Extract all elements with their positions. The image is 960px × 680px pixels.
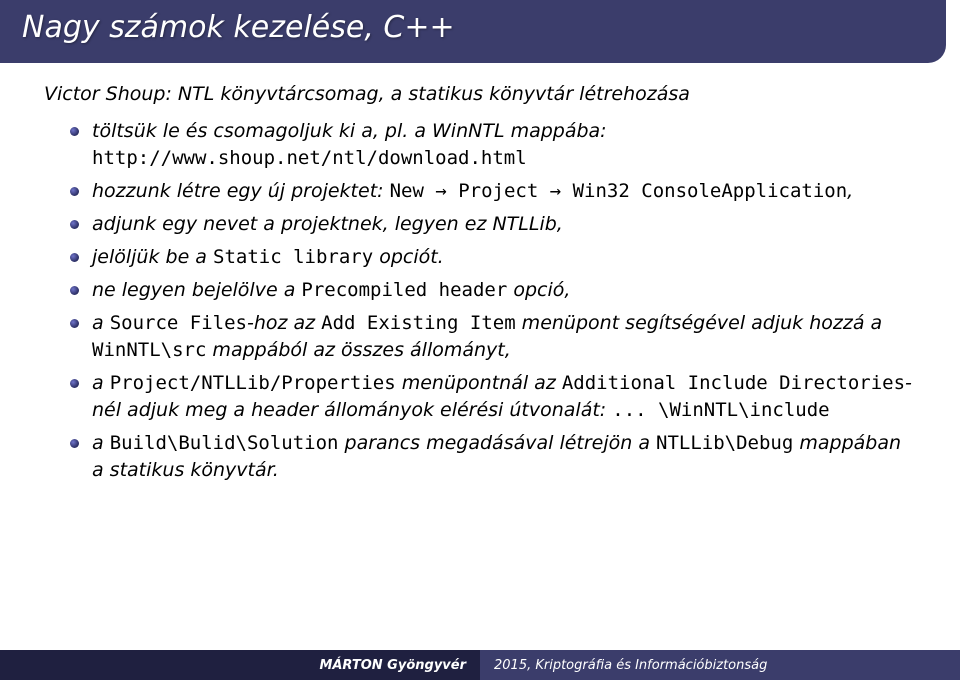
text: parancs megadásával létrejön a [338, 432, 656, 454]
code-text: Project/NTLLib/Properties [110, 372, 396, 394]
list-item: jelöljük be a Static library opciót. [70, 244, 916, 271]
text: opciót. [373, 246, 444, 268]
slide: Nagy számok kezelése, C++ Victor Shoup: … [0, 0, 960, 680]
list-item: ne legyen bejelölve a Precompiled header… [70, 277, 916, 304]
text: jelöljük be a [92, 246, 213, 268]
text: hozzunk létre egy új projektet: [92, 180, 390, 202]
footer: MÁRTON Gyöngyvér 2015, Kriptográfia és I… [0, 650, 960, 680]
list-item: a Source Files-hoz az Add Existing Item … [70, 310, 916, 364]
text: töltsük le és csomagoljuk ki a, pl. a Wi… [92, 120, 607, 142]
text: a [92, 312, 110, 334]
list-item: a Build\Bulid\Solution parancs megadásáv… [70, 430, 916, 484]
list-item: adjunk egy nevet a projektnek, legyen ez… [70, 211, 916, 238]
code-text: Add Existing Item [321, 312, 515, 334]
code-text: Source Files [110, 312, 247, 334]
list-item: töltsük le és csomagoljuk ki a, pl. a Wi… [70, 118, 916, 172]
intro-line: Victor Shoup: NTL könyvtárcsomag, a stat… [44, 81, 916, 108]
code-text: Static library [213, 246, 373, 268]
text: menüpont segítségével adjuk hozzá a [516, 312, 883, 334]
text: adjunk egy nevet a projektnek, legyen ez… [92, 213, 563, 235]
text: menüpontnál az [396, 372, 562, 394]
text: mappából az összes állományt, [206, 339, 510, 361]
code-text: Build\Bulid\Solution [110, 432, 339, 454]
code-text: Additional Include Directories [562, 372, 905, 394]
code-text: WinNTL\src [92, 339, 206, 361]
text: a [92, 372, 110, 394]
code-text: NTLLib\Debug [656, 432, 793, 454]
code-text: Precompiled header [301, 279, 507, 301]
text: a [92, 432, 110, 454]
slide-content: Victor Shoup: NTL könyvtárcsomag, a stat… [0, 69, 960, 650]
url-text: http://www.shoup.net/ntl/download.html [92, 147, 527, 169]
list-item: a Project/NTLLib/Properties menüpontnál … [70, 370, 916, 424]
code-text: ... \WinNTL\include [612, 399, 829, 421]
text: , [847, 180, 853, 202]
footer-course: 2015, Kriptográfia és Információbiztonsá… [480, 650, 960, 680]
code-text: New → Project → Win32 ConsoleApplication [390, 180, 848, 202]
slide-title: Nagy számok kezelése, C++ [0, 0, 946, 63]
bullet-list: töltsük le és csomagoljuk ki a, pl. a Wi… [70, 118, 916, 484]
text: opció, [507, 279, 570, 301]
text: -hoz az [247, 312, 321, 334]
list-item: hozzunk létre egy új projektet: New → Pr… [70, 178, 916, 205]
text: ne legyen bejelölve a [92, 279, 301, 301]
footer-author: MÁRTON Gyöngyvér [0, 650, 480, 680]
